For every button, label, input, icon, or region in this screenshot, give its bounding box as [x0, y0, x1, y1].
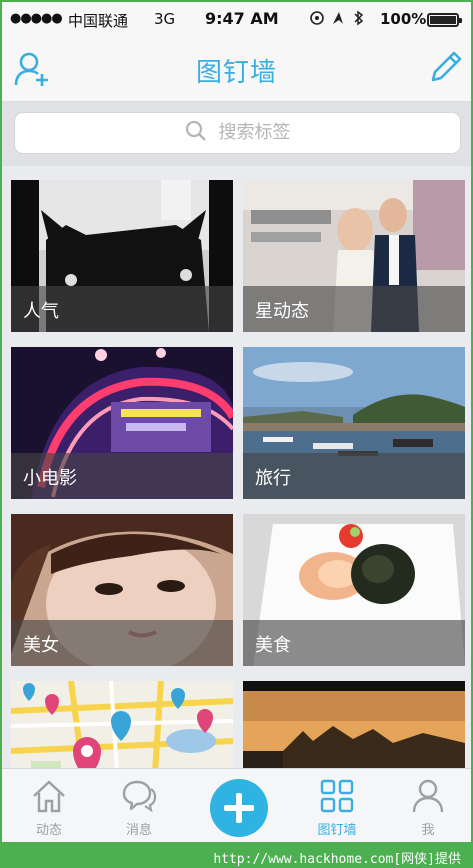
tab-label: 我 — [421, 823, 435, 838]
tile-label: 旅行 — [243, 453, 465, 499]
tile-popular[interactable]: 人气 — [11, 180, 233, 332]
status-bar: ●●●●● 中国联通 3G 9:47 AM 100% — [2, 2, 471, 36]
battery-percent: 100% — [380, 10, 427, 28]
pin-wall-grid: 人气 星动态 小电影 旅行 美女 美食 — [2, 166, 471, 768]
tile-sunset[interactable] — [243, 681, 465, 768]
tab-label: 图钉墙 — [317, 823, 357, 838]
tile-beauty[interactable]: 美女 — [11, 514, 233, 666]
tile-label: 小电影 — [11, 453, 233, 499]
tab-label: 消息 — [125, 823, 152, 838]
tile-celebrity-news[interactable]: 星动态 — [243, 180, 465, 332]
tab-me[interactable]: 我 — [393, 777, 463, 838]
grid-icon — [320, 779, 354, 813]
tile-label: 人气 — [11, 286, 233, 332]
tile-image — [11, 681, 233, 768]
watermark-text: http://www.hackhome.com[网侠]提供 — [213, 852, 461, 867]
location-bluetooth-icons — [310, 10, 364, 26]
plus-icon-vertical — [236, 793, 242, 823]
tile-short-film[interactable]: 小电影 — [11, 347, 233, 499]
tab-messages[interactable]: 消息 — [104, 777, 174, 838]
search-placeholder: 搜索标签 — [218, 122, 291, 143]
system-icons — [309, 9, 371, 31]
page-title: 图钉墙 — [195, 58, 277, 88]
carrier-name: 中国联通 — [68, 12, 129, 30]
network-type: 3G — [154, 10, 176, 28]
tile-label: 美食 — [243, 620, 465, 666]
search-icon — [185, 120, 206, 141]
tile-food[interactable]: 美食 — [243, 514, 465, 666]
tile-image — [243, 681, 465, 768]
app-screen: ●●●●● 中国联通 3G 9:47 AM 100% 图钉墙 搜索标签 人气 星… — [2, 2, 471, 842]
tab-pin-wall[interactable]: 图钉墙 — [302, 777, 372, 838]
tile-map[interactable] — [11, 681, 233, 768]
clock: 9:47 AM — [205, 9, 279, 28]
navigation-bar: 图钉墙 — [2, 36, 471, 102]
tile-label: 星动态 — [243, 286, 465, 332]
tile-label: 美女 — [11, 620, 233, 666]
battery-icon — [427, 13, 462, 27]
search-input[interactable]: 搜索标签 — [14, 112, 461, 154]
add-pin-button[interactable] — [210, 779, 268, 837]
tab-feed[interactable]: 动态 — [14, 777, 84, 838]
signal-strength: ●●●●● — [10, 11, 63, 26]
home-icon — [33, 780, 65, 813]
pencil-icon[interactable] — [427, 48, 465, 86]
tile-travel[interactable]: 旅行 — [243, 347, 465, 499]
tab-label: 动态 — [35, 823, 62, 838]
person-icon — [412, 779, 444, 813]
search-bar-container: 搜索标签 — [2, 102, 471, 166]
tab-bar: 动态 消息 图钉墙 我 — [2, 768, 471, 842]
chat-icon — [122, 780, 157, 813]
